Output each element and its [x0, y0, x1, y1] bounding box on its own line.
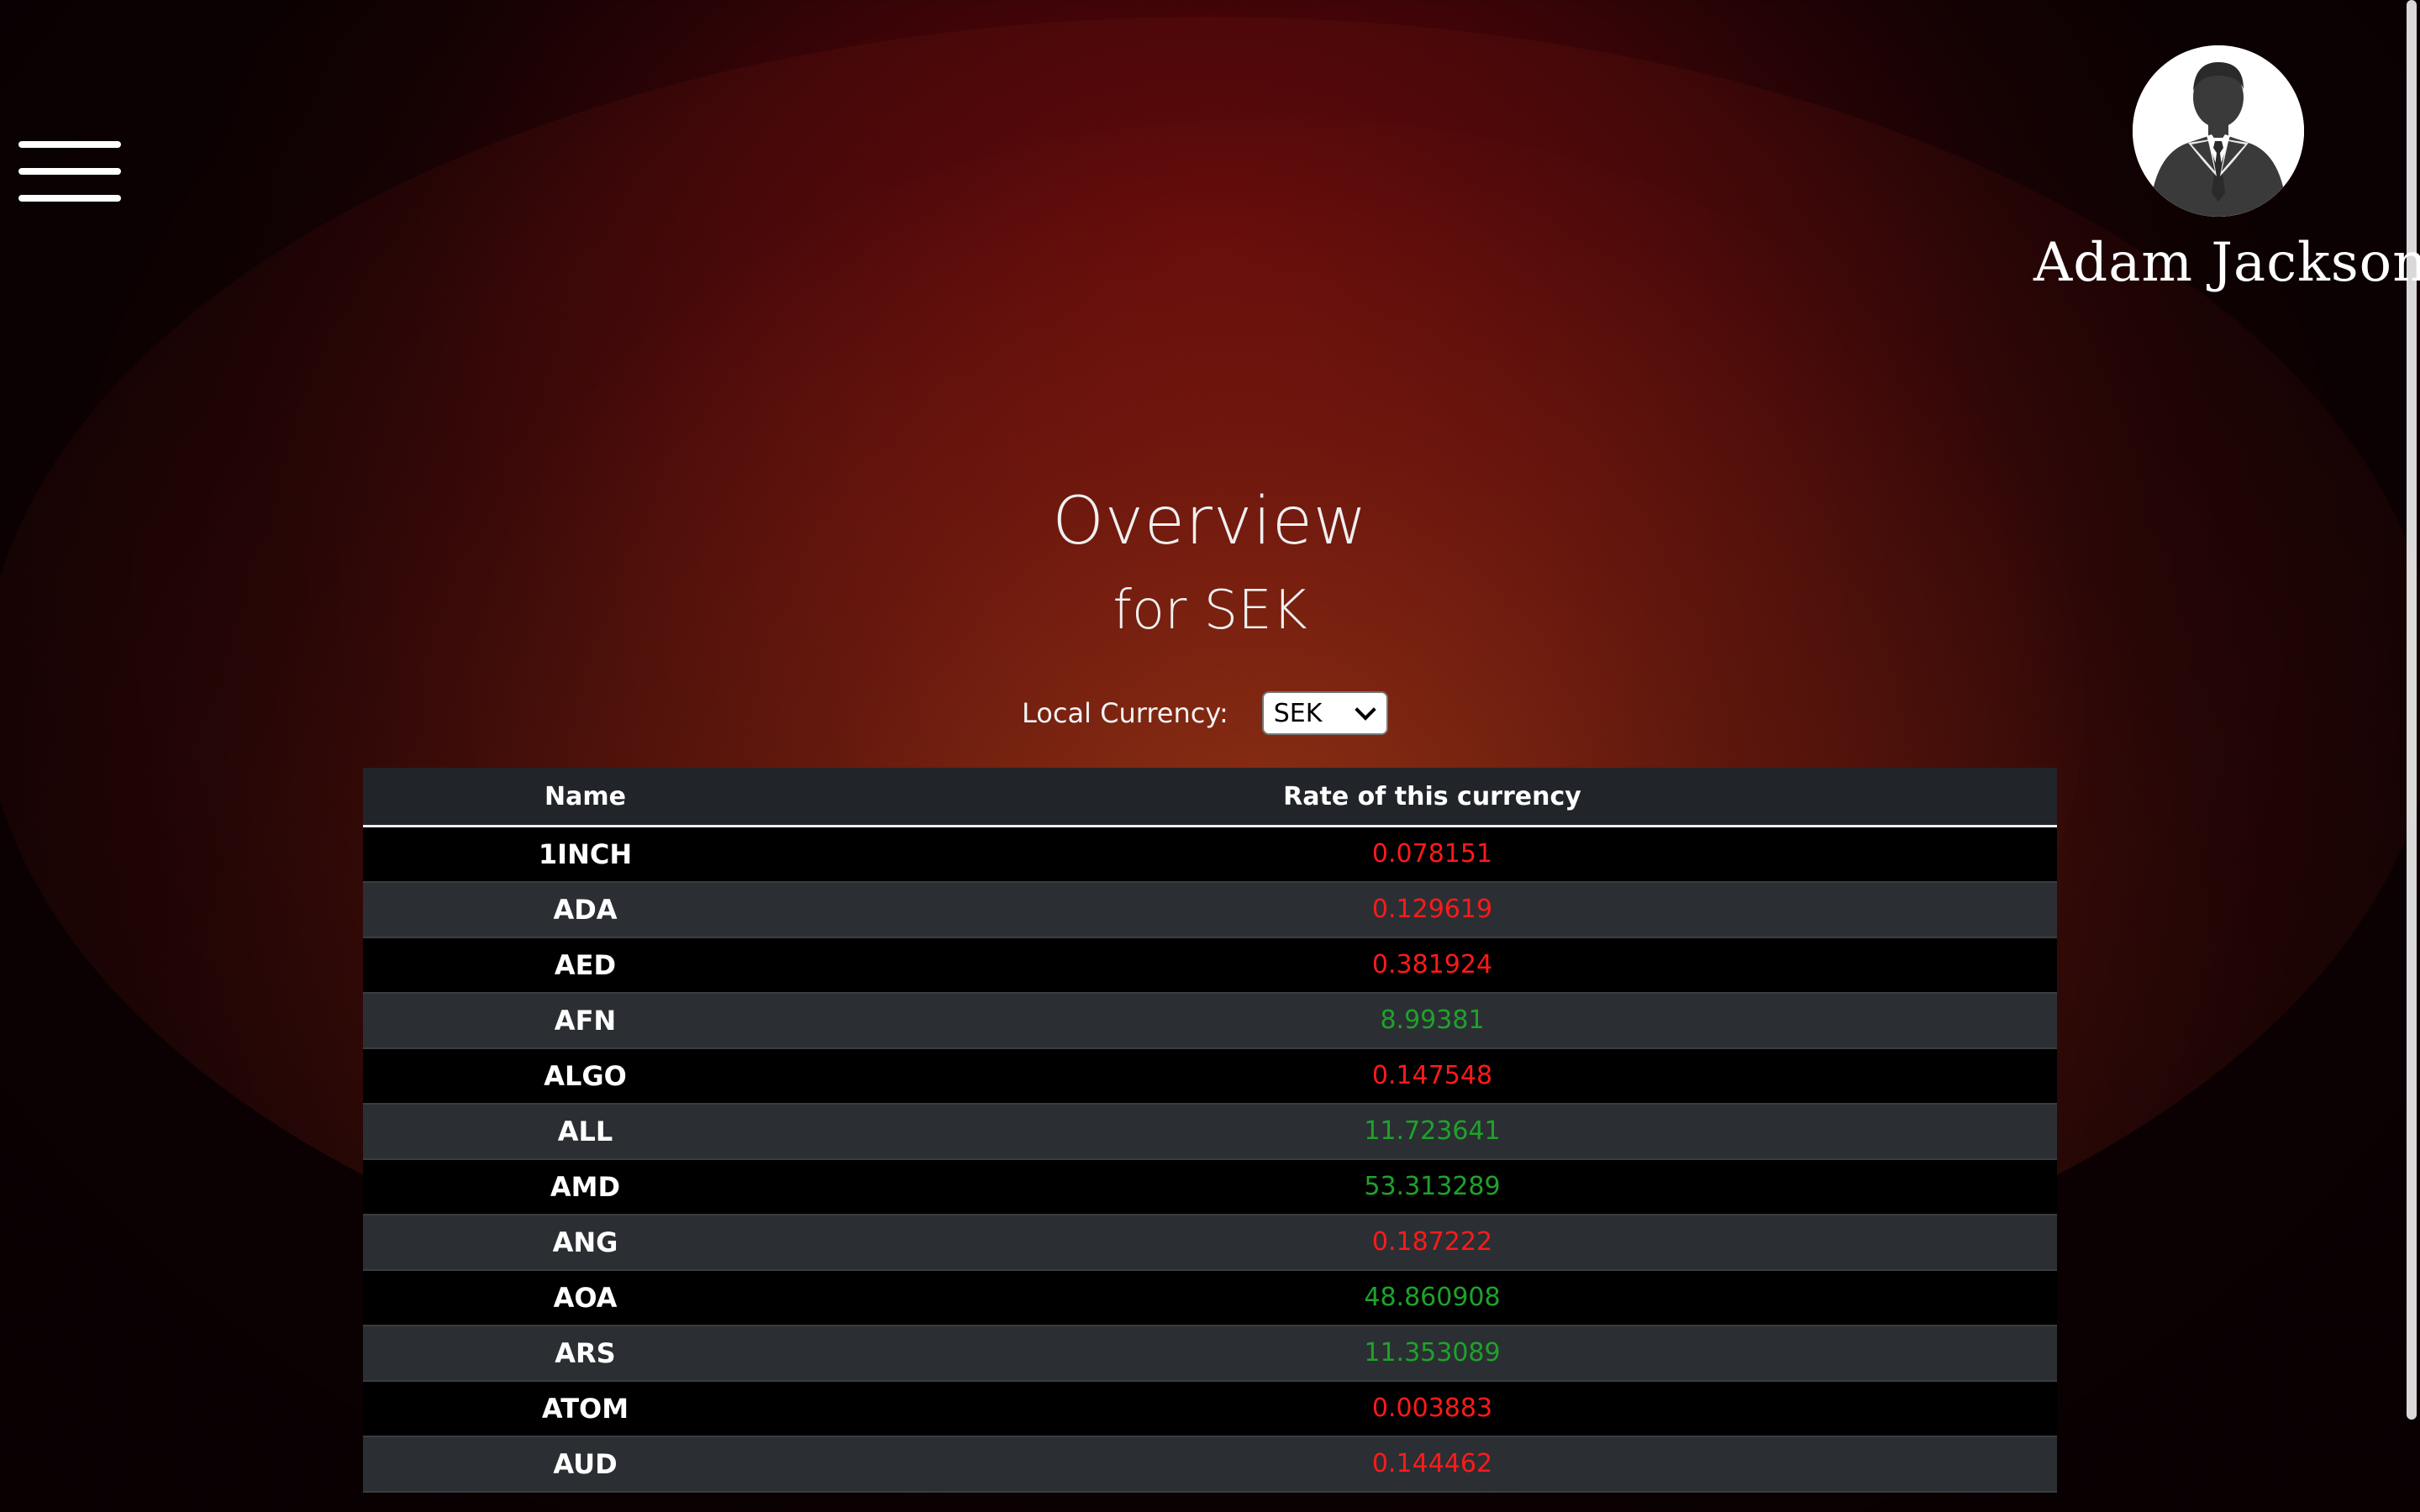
local-currency-value: SEK: [1273, 698, 1323, 728]
table-row[interactable]: AMD 53.313289: [363, 1158, 2057, 1215]
currency-name: ALGO: [363, 1047, 808, 1105]
currency-name: ALL: [363, 1103, 808, 1160]
profile-name: Adam Jackson: [2033, 232, 2420, 294]
table-row[interactable]: ATOM 0.003883: [363, 1380, 2057, 1437]
currency-rate: 0.078151: [808, 826, 2057, 883]
currency-rate: 0.381924: [808, 937, 2057, 994]
avatar[interactable]: [2133, 45, 2304, 217]
local-currency-select[interactable]: SEK: [1261, 691, 1388, 735]
page-subtitle: for SEK: [1113, 580, 1307, 642]
currency-rates-table: Name Rate of this currency 1INCH 0.078151…: [363, 768, 2057, 1493]
table-row[interactable]: 1INCH 0.078151: [363, 826, 2057, 883]
currency-rate: 0.129619: [808, 881, 2057, 938]
currency-rate: 48.860908: [808, 1269, 2057, 1326]
local-currency-selector: Local Currency: SEK: [1022, 690, 1388, 736]
table-row[interactable]: ALGO 0.147548: [363, 1047, 2057, 1105]
scrollbar-thumb[interactable]: [2407, 0, 2417, 1420]
table-row[interactable]: AED 0.381924: [363, 937, 2057, 994]
currency-rate: 0.187222: [808, 1214, 2057, 1271]
page-scrollbar[interactable]: [2403, 0, 2420, 1512]
currency-rate: 11.723641: [808, 1103, 2057, 1160]
currency-name: 1INCH: [363, 826, 808, 883]
currency-name: ATOM: [363, 1380, 808, 1437]
currency-rate: 0.144462: [808, 1436, 2057, 1493]
currency-rate: 0.147548: [808, 1047, 2057, 1105]
column-header-name[interactable]: Name: [363, 768, 808, 827]
table-row[interactable]: ARS 11.353089: [363, 1325, 2057, 1382]
user-profile[interactable]: Adam Jackson: [2033, 45, 2420, 294]
table-row[interactable]: AFN 8.99381: [363, 992, 2057, 1049]
business-person-icon: [2133, 45, 2304, 217]
table-row[interactable]: ADA 0.129619: [363, 881, 2057, 938]
page-title: Overview: [1052, 484, 1368, 559]
currency-name: ADA: [363, 881, 808, 938]
table-row[interactable]: AUD 0.144462: [363, 1436, 2057, 1493]
currency-name: AOA: [363, 1269, 808, 1326]
table-header-row: Name Rate of this currency: [363, 768, 2057, 827]
hamburger-menu-icon[interactable]: [18, 141, 123, 205]
chevron-down-icon: [1355, 699, 1376, 721]
currency-name: ARS: [363, 1325, 808, 1382]
currency-rate: 8.99381: [808, 992, 2057, 1049]
local-currency-label: Local Currency:: [1022, 697, 1228, 729]
currency-name: AFN: [363, 992, 808, 1049]
table-row[interactable]: ANG 0.187222: [363, 1214, 2057, 1271]
column-header-rate[interactable]: Rate of this currency: [808, 768, 2057, 827]
table-row[interactable]: ALL 11.723641: [363, 1103, 2057, 1160]
currency-rate: 0.003883: [808, 1380, 2057, 1437]
currency-name: AED: [363, 937, 808, 994]
currency-name: ANG: [363, 1214, 808, 1271]
currency-name: AMD: [363, 1158, 808, 1215]
currency-rate: 11.353089: [808, 1325, 2057, 1382]
table-row[interactable]: AOA 48.860908: [363, 1269, 2057, 1326]
currency-rate: 53.313289: [808, 1158, 2057, 1215]
currency-name: AUD: [363, 1436, 808, 1493]
